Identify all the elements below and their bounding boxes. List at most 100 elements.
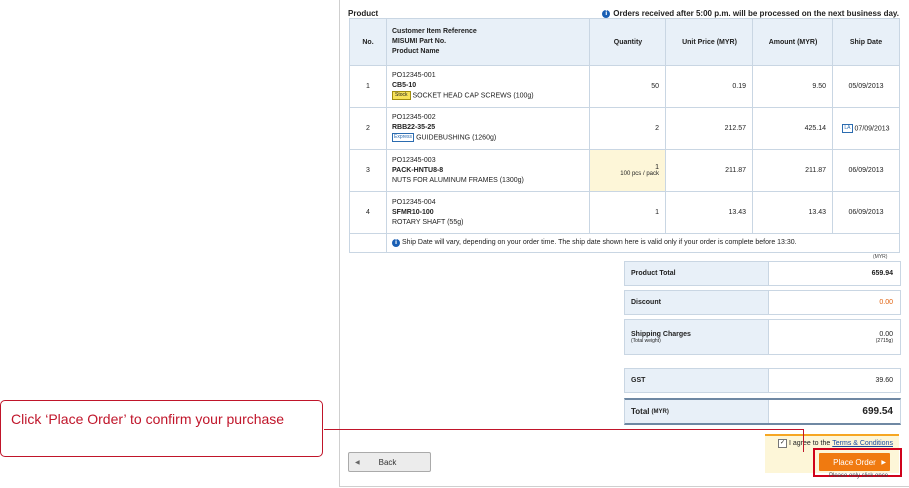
row-ship-date: 07/09/2013 xyxy=(854,125,890,133)
header-ship-date: Ship Date xyxy=(832,18,900,66)
row-item: PO12345-004 SFMR10-100 ROTARY SHAFT (55g… xyxy=(386,191,590,234)
discount-label: Discount xyxy=(625,291,769,314)
table-header-row: No. Customer Item Reference MISUMI Part … xyxy=(349,18,900,66)
ship-badge-icon: LA xyxy=(842,124,853,133)
row-no: 4 xyxy=(349,191,387,234)
row-unit-price: 0.19 xyxy=(665,65,753,108)
row-unit-price: 211.87 xyxy=(665,149,753,192)
click-once-note: Please only click once xyxy=(829,473,889,479)
callout-connector-vertical xyxy=(803,429,804,452)
header-amount: Amount (MYR) xyxy=(752,18,833,66)
row-item: PO12345-001 CB5-10 Stock SOCKET HEAD CAP … xyxy=(386,65,590,108)
row-amount: 9.50 xyxy=(752,65,833,108)
terms-link[interactable]: Terms & Conditions xyxy=(832,440,893,447)
row-part-number[interactable]: CB5-10 xyxy=(392,81,588,91)
row-unit-price: 13.43 xyxy=(665,191,753,234)
shipping-sub-label: (Total weight) xyxy=(631,337,661,344)
processing-notice-text: Orders received after 5:00 p.m. will be … xyxy=(613,9,899,18)
row-amount: 425.14 xyxy=(752,107,833,150)
row-ref: PO12345-003 xyxy=(392,156,436,164)
row-item: PO12345-002 RBB22-35-25 Express GUIDEBUSH… xyxy=(386,107,590,150)
row-no: 1 xyxy=(349,65,387,108)
summary-product-total: Product Total 659.94 xyxy=(624,261,901,286)
shipping-label-cell: Shipping Charges (Total weight) xyxy=(625,320,769,354)
row-part-number[interactable]: PACK-HNTU8-8 xyxy=(392,166,588,176)
table-row: 1 PO12345-001 CB5-10 Stock SOCKET HEAD CA… xyxy=(349,65,900,108)
back-label: Back xyxy=(378,457,397,467)
row-ship-date: 06/09/2013 xyxy=(832,149,900,192)
place-order-arrow-icon: ▶ xyxy=(881,459,886,466)
ship-note-spacer xyxy=(349,233,387,253)
agree-checkbox[interactable]: ✓ xyxy=(778,439,787,448)
shipping-value-cell: 0.00 (2715g) xyxy=(769,320,900,354)
shipping-label: Shipping Charges xyxy=(631,330,691,338)
info-icon: i xyxy=(602,9,611,18)
table-row: 3 PO12345-003 PACK-HNTU8-8 NUTS FOR ALUM… xyxy=(349,149,900,192)
gst-value: 39.60 xyxy=(875,377,893,384)
row-item: PO12345-003 PACK-HNTU8-8 NUTS FOR ALUMIN… xyxy=(386,149,590,192)
row-part-number[interactable]: RBB22-35-25 xyxy=(392,123,588,133)
shipping-weight: (2715g) xyxy=(875,337,893,344)
header-item: Customer Item Reference MISUMI Part No. … xyxy=(386,18,590,66)
express-badge: Express xyxy=(392,133,415,143)
callout-connector-horizontal xyxy=(324,429,803,430)
agree-line: ✓ I agree to the Terms & Conditions xyxy=(778,439,893,448)
row-name-text: ROTARY SHAFT (55g) xyxy=(392,218,464,226)
total-label: Total xyxy=(631,407,650,416)
discount-value: 0.00 xyxy=(879,299,893,306)
row-quantity: 50 xyxy=(589,65,666,108)
header-unit-price: Unit Price (MYR) xyxy=(665,18,753,66)
ship-note-row: i Ship Date will vary, depending on your… xyxy=(349,233,900,253)
summary-gst: GST 39.60 xyxy=(624,368,901,393)
processing-notice: i Orders received after 5:00 p.m. will b… xyxy=(602,9,899,18)
row-amount: 211.87 xyxy=(752,149,833,192)
place-order-label: Place Order xyxy=(833,457,876,467)
header-quantity: Quantity xyxy=(589,18,666,66)
row-ship-date: 05/09/2013 xyxy=(832,65,900,108)
row-quantity-cell: 1 100 pcs / pack xyxy=(589,149,666,192)
ship-note: i Ship Date will vary, depending on your… xyxy=(386,233,900,253)
summary-total: Total (MYR) 699.54 xyxy=(624,398,901,425)
row-ref: PO12345-001 xyxy=(392,72,436,80)
row-part-number[interactable]: SFMR10-100 xyxy=(392,208,588,218)
info-icon: i xyxy=(392,239,400,247)
header-item-line3: Product Name xyxy=(392,48,440,55)
header-item-line2: MISUMI Part No. xyxy=(392,38,447,45)
row-name-text: NUTS FOR ALUMINUM FRAMES (1300g) xyxy=(392,176,524,184)
summary-discount: Discount 0.00 xyxy=(624,290,901,315)
section-title: Product xyxy=(348,9,379,18)
product-table: No. Customer Item Reference MISUMI Part … xyxy=(349,18,900,253)
back-arrow-icon: ◀ xyxy=(355,459,360,466)
row-ref: PO12345-002 xyxy=(392,114,436,122)
table-row: 2 PO12345-002 RBB22-35-25 Express GUIDEBU… xyxy=(349,107,900,150)
gst-label: GST xyxy=(625,369,769,392)
row-name-text: GUIDEBUSHING (1260g) xyxy=(416,134,497,142)
total-label-cell: Total (MYR) xyxy=(625,400,769,423)
row-no: 3 xyxy=(349,149,387,192)
total-value: 699.54 xyxy=(862,406,893,417)
shipping-value: 0.00 xyxy=(879,330,893,338)
row-name-text: SOCKET HEAD CAP SCREWS (100g) xyxy=(412,92,534,100)
ship-note-text: Ship Date will vary, depending on your o… xyxy=(401,239,797,246)
summary-shipping: Shipping Charges (Total weight) 0.00 (27… xyxy=(624,319,901,355)
row-quantity: 2 xyxy=(589,107,666,150)
header-item-line1: Customer Item Reference xyxy=(392,28,477,35)
row-quantity: 1 xyxy=(655,164,659,171)
total-unit: (MYR) xyxy=(651,408,669,415)
back-button[interactable]: ◀ Back xyxy=(348,452,431,472)
row-ref: PO12345-004 xyxy=(392,198,436,206)
place-order-button[interactable]: Place Order ▶ xyxy=(819,453,890,471)
row-name: Express GUIDEBUSHING (1260g) xyxy=(392,133,588,143)
product-total-value: 659.94 xyxy=(871,270,893,277)
header-no: No. xyxy=(349,18,387,66)
row-ship-date: 06/09/2013 xyxy=(832,191,900,234)
agree-text: I agree to the xyxy=(789,440,831,447)
row-name: Stock SOCKET HEAD CAP SCREWS (100g) xyxy=(392,91,588,101)
instruction-callout: Click ‘Place Order’ to confirm your purc… xyxy=(0,400,323,457)
table-row: 4 PO12345-004 SFMR10-100 ROTARY SHAFT (5… xyxy=(349,191,900,234)
row-ship-date-cell: LA 07/09/2013 xyxy=(832,107,900,150)
summary-currency: (MYR) xyxy=(873,254,888,260)
row-amount: 13.43 xyxy=(752,191,833,234)
stock-badge: Stock xyxy=(392,91,411,101)
row-unit-price: 212.57 xyxy=(665,107,753,150)
